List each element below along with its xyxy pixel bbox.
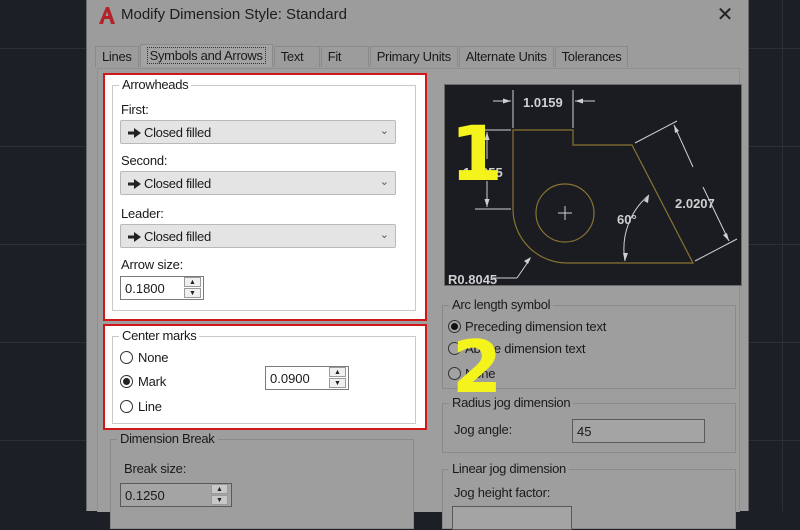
tab-label: Tolerances — [561, 49, 622, 64]
closed-filled-arrow-icon — [128, 179, 141, 189]
chevron-down-icon: ⌄ — [379, 176, 389, 188]
center-mark-size-value: 0.0900 — [270, 371, 310, 386]
closed-filled-arrow-icon — [128, 232, 141, 242]
tab-alternate-units[interactable]: Alternate Units — [458, 46, 554, 67]
center-marks-highlight: Center marks None Mark Line 0.0900 ▲ ▼ — [103, 324, 427, 430]
tab-fit[interactable]: Fit — [320, 46, 369, 67]
spin-down-button[interactable]: ▼ — [211, 495, 228, 505]
spin-up-button[interactable]: ▲ — [211, 484, 228, 494]
leader-arrowhead-value: Closed filled — [144, 229, 211, 244]
arrow-size-label: Arrow size: — [121, 257, 184, 272]
tab-label: Alternate Units — [465, 49, 547, 64]
arrowheads-highlight: Arrowheads First: Closed filled ⌄ Second… — [103, 73, 427, 321]
center-mark-line-label: Line — [138, 399, 162, 414]
first-arrowhead-value: Closed filled — [144, 125, 211, 140]
spin-down-button[interactable]: ▼ — [329, 378, 346, 388]
dimension-break-legend: Dimension Break — [117, 431, 218, 446]
leader-label: Leader: — [121, 206, 164, 221]
jog-height-label: Jog height factor: — [454, 485, 551, 500]
leader-arrowhead-select[interactable]: Closed filled ⌄ — [120, 224, 396, 248]
preview-drawing: 1.0159 1.1955 2.0207 60° R0.8045 — [448, 90, 738, 287]
break-size-spinner: ▲ ▼ — [211, 484, 229, 506]
center-mark-none-radio[interactable] — [120, 351, 133, 364]
second-arrowhead-value: Closed filled — [144, 176, 211, 191]
dimension-preview: 1.0159 1.1955 2.0207 60° R0.8045 — [444, 84, 742, 287]
preview-dim-top: 1.0159 — [523, 95, 563, 110]
center-marks-legend: Center marks — [119, 328, 200, 343]
center-mark-size-spinner: ▲ ▼ — [329, 367, 347, 389]
arc-none-radio[interactable] — [448, 367, 461, 380]
tab-label: Fit — [327, 49, 342, 64]
tab-lines[interactable]: Lines — [95, 46, 139, 67]
dialog-title: Modify Dimension Style: Standard — [121, 6, 347, 23]
center-mark-mark-label: Mark — [138, 374, 167, 389]
center-mark-line-radio[interactable] — [120, 400, 133, 413]
jog-height-input[interactable] — [452, 506, 572, 530]
linear-jog-legend: Linear jog dimension — [449, 461, 569, 476]
arc-above-radio[interactable] — [448, 342, 461, 355]
arc-preceding-label: Preceding dimension text — [465, 319, 607, 334]
arc-none-label: None — [465, 366, 496, 381]
arrowheads-legend: Arrowheads — [119, 77, 192, 92]
break-size-value: 0.1250 — [125, 488, 165, 503]
title-bar: Modify Dimension Style: Standard ✕ — [87, 0, 748, 32]
arrow-size-input[interactable]: 0.1800 ▲ ▼ — [120, 276, 204, 300]
break-size-input[interactable]: 0.1250 ▲ ▼ — [120, 483, 232, 507]
tab-tolerances[interactable]: Tolerances — [554, 46, 629, 67]
chevron-down-icon: ⌄ — [379, 125, 389, 137]
center-mark-none-label: None — [138, 350, 169, 365]
jog-angle-label: Jog angle: — [454, 422, 512, 437]
modify-dimension-style-dialog: Modify Dimension Style: Standard ✕ Lines… — [86, 0, 749, 530]
jog-angle-value: 45 — [577, 424, 592, 439]
tab-symbols-and-arrows[interactable]: Symbols and Arrows — [139, 44, 273, 67]
tab-label: Symbols and Arrows — [146, 47, 266, 64]
tab-primary-units[interactable]: Primary Units — [369, 46, 458, 67]
first-arrowhead-select[interactable]: Closed filled ⌄ — [120, 120, 396, 144]
closed-filled-arrow-icon — [128, 128, 141, 138]
close-button[interactable]: ✕ — [714, 4, 736, 26]
spin-down-button[interactable]: ▼ — [184, 288, 201, 298]
center-mark-size-input[interactable]: 0.0900 ▲ ▼ — [265, 366, 349, 390]
preview-radius: R0.8045 — [448, 272, 497, 285]
spin-up-button[interactable]: ▲ — [184, 277, 201, 287]
jog-angle-input[interactable]: 45 — [572, 419, 705, 443]
arc-length-legend: Arc length symbol — [449, 297, 554, 312]
second-arrowhead-select[interactable]: Closed filled ⌄ — [120, 171, 396, 195]
arrow-size-spinner: ▲ ▼ — [184, 277, 202, 299]
tab-text[interactable]: Text — [273, 46, 320, 67]
part-outline — [512, 129, 694, 264]
center-mark-mark-radio[interactable] — [120, 375, 133, 388]
arc-above-label: Above dimension text — [465, 341, 586, 356]
second-label: Second: — [121, 153, 168, 168]
tab-label: Text — [280, 49, 304, 64]
tab-label: Primary Units — [376, 49, 451, 64]
arc-preceding-radio[interactable] — [448, 320, 461, 333]
radius-jog-legend: Radius jog dimension — [449, 395, 574, 410]
arrow-size-value: 0.1800 — [125, 281, 165, 296]
autocad-logo-icon — [99, 7, 115, 24]
break-size-label: Break size: — [124, 461, 187, 476]
spin-up-button[interactable]: ▲ — [329, 367, 346, 377]
tab-bar: Lines Symbols and Arrows Text Fit Primar… — [95, 44, 629, 68]
preview-dim-left: 1.1955 — [463, 165, 503, 180]
tab-label: Lines — [102, 49, 132, 64]
chevron-down-icon: ⌄ — [379, 229, 389, 241]
preview-dim-right: 2.0207 — [675, 196, 715, 211]
preview-angle: 60° — [617, 212, 637, 227]
first-label: First: — [121, 102, 149, 117]
symbols-and-arrows-panel: Arrowheads First: Closed filled ⌄ Second… — [97, 68, 742, 530]
